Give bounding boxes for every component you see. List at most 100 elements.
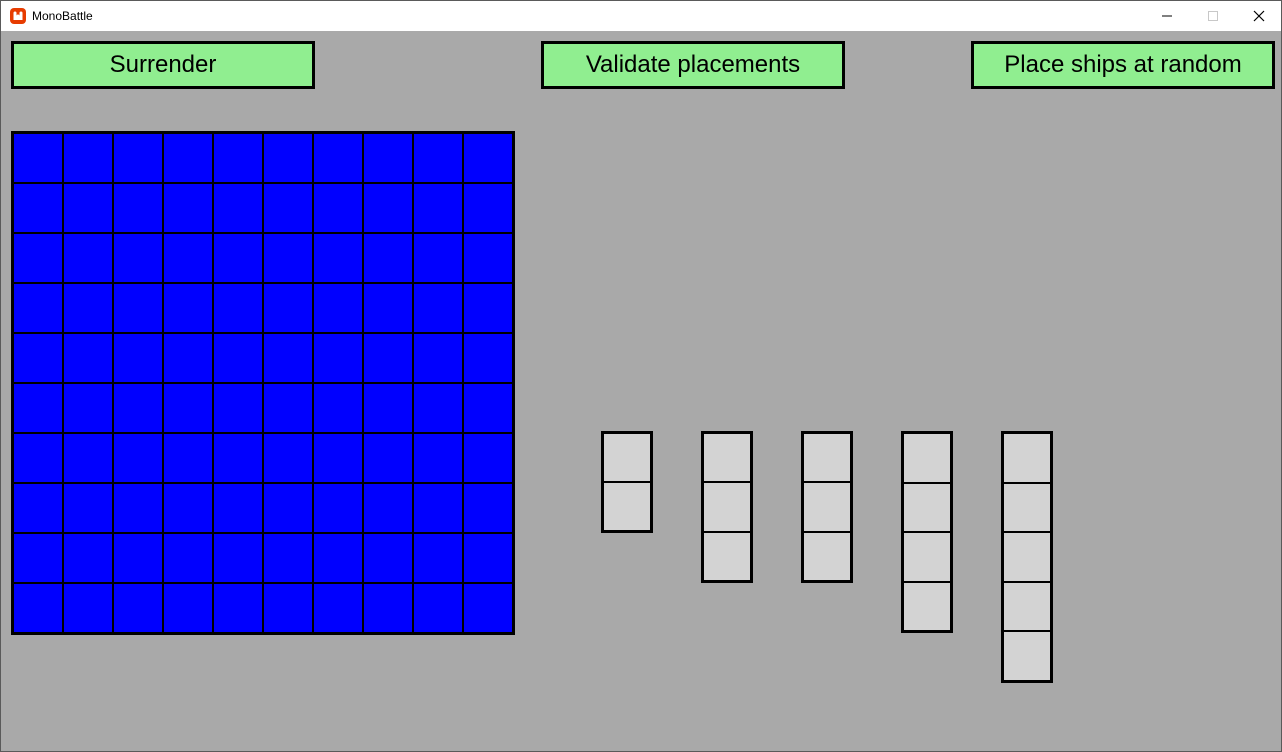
board-cell[interactable]	[113, 133, 163, 183]
board-cell[interactable]	[363, 383, 413, 433]
board-cell[interactable]	[463, 533, 513, 583]
board-cell[interactable]	[163, 333, 213, 383]
board-cell[interactable]	[363, 283, 413, 333]
board-cell[interactable]	[313, 583, 363, 633]
board-cell[interactable]	[463, 433, 513, 483]
board-cell[interactable]	[213, 133, 263, 183]
board-cell[interactable]	[463, 483, 513, 533]
board-cell[interactable]	[413, 283, 463, 333]
board-cell[interactable]	[363, 233, 413, 283]
board-cell[interactable]	[463, 133, 513, 183]
board-cell[interactable]	[413, 483, 463, 533]
board-cell[interactable]	[463, 233, 513, 283]
board-cell[interactable]	[413, 533, 463, 583]
board-cell[interactable]	[113, 183, 163, 233]
board-cell[interactable]	[363, 483, 413, 533]
board-cell[interactable]	[113, 583, 163, 633]
board-cell[interactable]	[263, 383, 313, 433]
board-cell[interactable]	[63, 133, 113, 183]
board-cell[interactable]	[263, 133, 313, 183]
board-cell[interactable]	[213, 383, 263, 433]
board-cell[interactable]	[463, 383, 513, 433]
board-cell[interactable]	[13, 133, 63, 183]
board-cell[interactable]	[163, 433, 213, 483]
board-cell[interactable]	[63, 583, 113, 633]
ship-5-cells[interactable]	[1001, 431, 1053, 683]
board-cell[interactable]	[13, 333, 63, 383]
board-cell[interactable]	[213, 533, 263, 583]
board-cell[interactable]	[413, 433, 463, 483]
ship-2-cells[interactable]	[601, 431, 653, 533]
board-cell[interactable]	[63, 333, 113, 383]
board-cell[interactable]	[363, 183, 413, 233]
board-cell[interactable]	[63, 233, 113, 283]
board-cell[interactable]	[13, 183, 63, 233]
board-cell[interactable]	[163, 483, 213, 533]
board-cell[interactable]	[413, 333, 463, 383]
board-cell[interactable]	[263, 233, 313, 283]
board-cell[interactable]	[13, 583, 63, 633]
board-cell[interactable]	[13, 533, 63, 583]
board-cell[interactable]	[263, 533, 313, 583]
board-cell[interactable]	[63, 483, 113, 533]
player-board-grid[interactable]	[11, 131, 515, 635]
board-cell[interactable]	[263, 183, 313, 233]
board-cell[interactable]	[363, 583, 413, 633]
maximize-button[interactable]	[1190, 1, 1236, 31]
board-cell[interactable]	[313, 483, 363, 533]
board-cell[interactable]	[63, 383, 113, 433]
board-cell[interactable]	[313, 383, 363, 433]
board-cell[interactable]	[263, 583, 313, 633]
board-cell[interactable]	[263, 283, 313, 333]
board-cell[interactable]	[163, 133, 213, 183]
board-cell[interactable]	[463, 333, 513, 383]
board-cell[interactable]	[313, 183, 363, 233]
board-cell[interactable]	[413, 133, 463, 183]
board-cell[interactable]	[213, 283, 263, 333]
ship-3-cells[interactable]	[701, 431, 753, 583]
board-cell[interactable]	[163, 383, 213, 433]
board-cell[interactable]	[463, 183, 513, 233]
board-cell[interactable]	[113, 333, 163, 383]
board-cell[interactable]	[163, 183, 213, 233]
board-cell[interactable]	[313, 283, 363, 333]
board-cell[interactable]	[213, 233, 263, 283]
board-cell[interactable]	[313, 233, 363, 283]
board-cell[interactable]	[213, 333, 263, 383]
board-cell[interactable]	[363, 333, 413, 383]
board-cell[interactable]	[363, 533, 413, 583]
ship-3-cells[interactable]	[801, 431, 853, 583]
board-cell[interactable]	[463, 583, 513, 633]
board-cell[interactable]	[413, 383, 463, 433]
minimize-button[interactable]	[1144, 1, 1190, 31]
board-cell[interactable]	[463, 283, 513, 333]
place-ships-random-button[interactable]: Place ships at random	[971, 41, 1275, 89]
board-cell[interactable]	[263, 483, 313, 533]
board-cell[interactable]	[213, 583, 263, 633]
board-cell[interactable]	[113, 533, 163, 583]
validate-placements-button[interactable]: Validate placements	[541, 41, 845, 89]
board-cell[interactable]	[413, 233, 463, 283]
board-cell[interactable]	[263, 433, 313, 483]
board-cell[interactable]	[363, 133, 413, 183]
board-cell[interactable]	[163, 283, 213, 333]
board-cell[interactable]	[213, 433, 263, 483]
board-cell[interactable]	[163, 233, 213, 283]
ship-4-cells[interactable]	[901, 431, 953, 633]
board-cell[interactable]	[113, 433, 163, 483]
board-cell[interactable]	[213, 483, 263, 533]
surrender-button[interactable]: Surrender	[11, 41, 315, 89]
board-cell[interactable]	[13, 233, 63, 283]
board-cell[interactable]	[313, 333, 363, 383]
board-cell[interactable]	[313, 433, 363, 483]
board-cell[interactable]	[313, 533, 363, 583]
board-cell[interactable]	[413, 183, 463, 233]
board-cell[interactable]	[63, 283, 113, 333]
board-cell[interactable]	[13, 483, 63, 533]
board-cell[interactable]	[213, 183, 263, 233]
board-cell[interactable]	[163, 583, 213, 633]
board-cell[interactable]	[63, 433, 113, 483]
board-cell[interactable]	[363, 433, 413, 483]
title-bar[interactable]: MonoBattle	[1, 1, 1281, 31]
close-button[interactable]	[1236, 1, 1282, 31]
